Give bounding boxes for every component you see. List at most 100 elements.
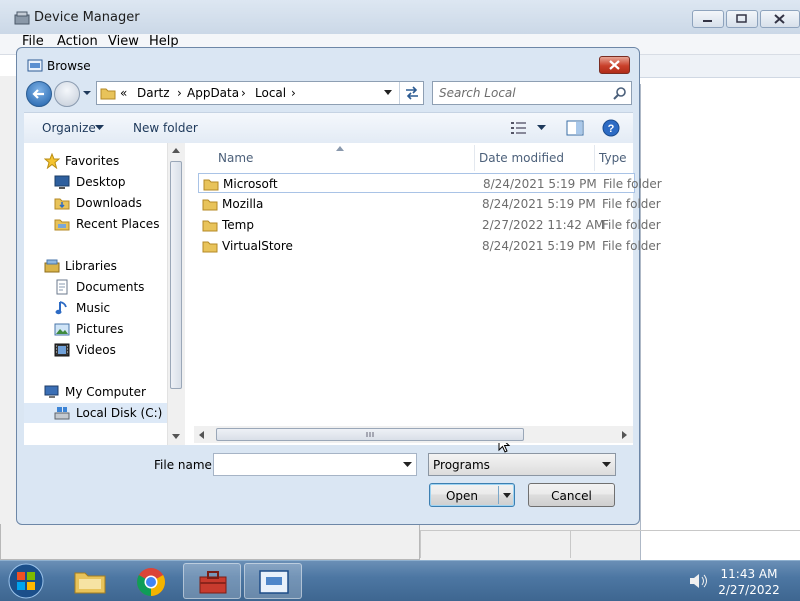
nav-scroll-thumb[interactable] — [170, 161, 182, 389]
nav-favorites[interactable]: Favorites — [44, 151, 164, 171]
file-row-virtualstore[interactable]: VirtualStore 8/24/2021 5:19 PM File fold… — [198, 236, 661, 256]
command-bar: Organize New folder ? — [24, 112, 633, 144]
dialog-close-button[interactable] — [599, 56, 630, 74]
nav-label: Local Disk (C:) — [76, 406, 163, 420]
nav-music[interactable]: Music — [54, 298, 164, 318]
taskbar-explorer[interactable] — [61, 563, 119, 599]
file-row-temp[interactable]: Temp 2/27/2022 11:42 AM File folder — [198, 215, 661, 235]
folder-icon — [203, 176, 219, 192]
scroll-down-icon[interactable] — [172, 434, 180, 440]
file-name-dropdown-icon[interactable] — [403, 462, 412, 468]
file-date: 2/27/2022 11:42 AM — [482, 218, 605, 232]
column-divider[interactable] — [594, 145, 595, 171]
column-type[interactable]: Type — [599, 151, 627, 165]
preview-pane-icon[interactable] — [566, 120, 584, 136]
horizontal-scroll-thumb[interactable] — [216, 428, 524, 441]
nav-label: Videos — [76, 343, 116, 357]
file-name-input[interactable] — [213, 453, 417, 476]
file-explorer-icon — [73, 567, 107, 595]
nav-label: Favorites — [65, 154, 120, 168]
folder-icon — [202, 196, 218, 212]
file-type: File folder — [602, 197, 661, 211]
new-folder-button[interactable]: New folder — [133, 121, 198, 135]
file-date: 8/24/2021 5:19 PM — [482, 197, 596, 211]
file-date: 8/24/2021 5:19 PM — [483, 177, 597, 191]
dialog-title: Browse — [47, 59, 91, 73]
drive-icon — [54, 405, 70, 421]
breadcrumb-dartz[interactable]: Dartz — [137, 86, 170, 100]
nav-local-disk[interactable]: Local Disk (C:) — [24, 403, 167, 423]
search-box[interactable]: Search Local — [432, 81, 632, 105]
scroll-up-icon[interactable] — [172, 148, 180, 154]
toolbox-icon — [197, 567, 229, 597]
open-dropdown-icon[interactable] — [503, 493, 511, 498]
content-area: Favorites Desktop Downloads Recent Place… — [24, 143, 662, 453]
column-date-modified[interactable]: Date modified — [479, 151, 564, 165]
nav-videos[interactable]: Videos — [54, 340, 164, 360]
nav-downloads[interactable]: Downloads — [54, 193, 164, 213]
organize-button[interactable]: Organize — [42, 121, 96, 135]
file-type: File folder — [602, 239, 661, 253]
nav-documents[interactable]: Documents — [54, 277, 164, 297]
breadcrumb-local[interactable]: Local — [255, 86, 286, 100]
recent-pages-chevron-icon[interactable] — [82, 88, 92, 98]
breadcrumb-appdata[interactable]: AppData — [187, 86, 239, 100]
nav-recent-places[interactable]: Recent Places — [54, 214, 166, 234]
file-type-value: Programs — [433, 458, 490, 472]
file-type-select[interactable]: Programs — [428, 453, 616, 476]
computer-icon — [44, 384, 60, 400]
music-icon — [54, 300, 70, 316]
clock[interactable]: 11:43 AM 2/27/2022 — [716, 566, 782, 598]
volume-icon[interactable] — [688, 572, 710, 590]
grid-line — [420, 530, 800, 531]
device-manager-toolbar — [640, 55, 800, 78]
libraries-icon — [44, 258, 60, 274]
forward-button[interactable] — [54, 81, 80, 107]
file-type-chevron-icon — [602, 462, 611, 468]
address-dropdown-icon[interactable] — [383, 89, 393, 97]
start-button[interactable] — [6, 562, 46, 600]
nav-label: Libraries — [65, 259, 117, 273]
back-button[interactable] — [26, 81, 52, 107]
taskbar-chrome[interactable] — [122, 563, 180, 599]
grid-line — [420, 530, 421, 558]
nav-label: Documents — [76, 280, 145, 294]
folder-icon — [100, 85, 116, 101]
search-icon[interactable] — [613, 86, 627, 100]
minimize-button[interactable] — [692, 10, 724, 28]
column-name[interactable]: Name — [218, 151, 253, 165]
star-icon — [44, 153, 60, 169]
nav-scrollbar[interactable] — [167, 143, 185, 445]
taskbar-toolbox[interactable] — [183, 563, 241, 599]
nav-pictures[interactable]: Pictures — [54, 319, 164, 339]
navigation-pane: Favorites Desktop Downloads Recent Place… — [24, 143, 185, 445]
file-date: 8/24/2021 5:19 PM — [482, 239, 596, 253]
address-overflow[interactable]: « — [120, 86, 127, 100]
close-button[interactable] — [760, 10, 800, 28]
scroll-left-icon[interactable] — [199, 431, 205, 439]
help-icon[interactable]: ? — [602, 119, 620, 137]
view-options-icon[interactable] — [511, 121, 527, 135]
device-manager-underlay — [0, 524, 420, 560]
nav-libraries[interactable]: Libraries — [44, 256, 164, 276]
device-manager-title: Device Manager — [34, 10, 140, 25]
address-bar[interactable]: « Dartz › AppData › Local › — [96, 81, 424, 105]
file-row-microsoft[interactable]: Microsoft 8/24/2021 5:19 PM File folder — [198, 173, 662, 193]
cancel-button[interactable]: Cancel — [528, 483, 615, 507]
nav-desktop[interactable]: Desktop — [54, 172, 164, 192]
view-chevron-icon[interactable] — [537, 125, 546, 131]
file-row-mozilla[interactable]: Mozilla 8/24/2021 5:19 PM File folder — [198, 194, 661, 214]
videos-icon — [54, 342, 70, 358]
horizontal-scrollbar[interactable] — [194, 426, 633, 443]
file-type: File folder — [602, 218, 661, 232]
maximize-button[interactable] — [726, 10, 758, 28]
taskbar: 11:43 AM 2/27/2022 — [0, 560, 800, 601]
refresh-button[interactable] — [399, 82, 424, 104]
taskbar-browse-window[interactable] — [244, 563, 302, 599]
open-button[interactable]: Open — [429, 483, 515, 507]
column-divider[interactable] — [474, 145, 475, 171]
scroll-right-icon[interactable] — [622, 431, 628, 439]
organize-chevron-icon — [95, 125, 104, 131]
open-split-divider — [498, 486, 499, 504]
nav-my-computer[interactable]: My Computer — [44, 382, 164, 402]
